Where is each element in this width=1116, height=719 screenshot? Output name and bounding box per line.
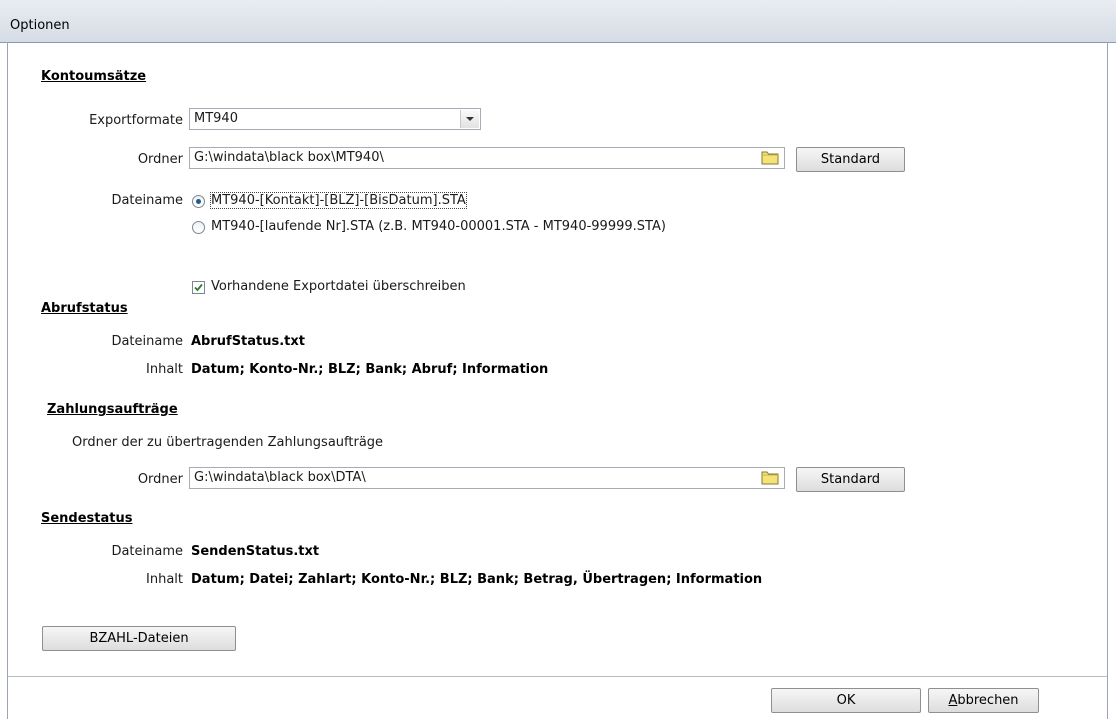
section-heading-abrufstatus: Abrufstatus [41,301,128,316]
zahlungs-ordner-label: Ordner [137,472,183,487]
zahlungsauftraege-description: Ordner der zu übertragenden Zahlungsauft… [72,435,384,450]
ordner-value: G:\windata\black box\MT940\ [194,150,384,165]
abrufstatus-inhalt-value: Datum; Konto-Nr.; BLZ; Bank; Abruf; Info… [191,362,549,377]
section-heading-kontoumsaetze: Kontoumsätze [41,69,147,84]
sendestatus-inhalt-label: Inhalt [146,572,183,587]
ordner-field[interactable]: G:\windata\black box\MT940\ [189,147,785,169]
title-bar: Optionen [0,0,1116,43]
overwrite-checkbox-label[interactable]: Vorhandene Exportdatei überschreiben [211,279,466,294]
abrufstatus-inhalt-label: Inhalt [146,362,183,377]
cancel-button-label: Abbrechen [948,693,1019,708]
window-border-right [1107,42,1108,719]
radio-dateiname-laufende[interactable] [192,221,205,234]
cancel-button[interactable]: Abbrechen [928,688,1039,713]
chevron-down-icon[interactable] [460,110,479,128]
zahlungs-ordner-field[interactable]: G:\windata\black box\DTA\ [189,467,785,489]
zahlungs-ordner-value: G:\windata\black box\DTA\ [194,470,366,485]
ok-button[interactable]: OK [771,688,921,713]
bzahl-dateien-button[interactable]: BZAHL-Dateien [42,626,236,651]
section-heading-zahlungsauftraege: Zahlungsaufträge [47,402,178,417]
overwrite-checkbox[interactable] [192,281,205,294]
sendestatus-dateiname-label: Dateiname [111,544,183,559]
abrufstatus-dateiname-label: Dateiname [111,334,183,349]
zahlungs-standard-button[interactable]: Standard [796,467,905,492]
sendestatus-dateiname-value: SendenStatus.txt [191,544,320,559]
footer-divider [8,676,1107,677]
ordner-label: Ordner [137,152,183,167]
exportformate-value: MT940 [194,111,238,126]
exportformate-select[interactable]: MT940 [189,108,481,130]
radio-dateiname-kontakt-label[interactable]: MT940-[Kontakt]-[BLZ]-[BisDatum].STA [210,192,467,209]
section-heading-sendestatus: Sendestatus [41,511,133,526]
sendestatus-inhalt-value: Datum; Datei; Zahlart; Konto-Nr.; BLZ; B… [191,572,763,587]
window-border-left [7,42,8,719]
standard-button[interactable]: Standard [796,147,905,172]
abrufstatus-dateiname-value: AbrufStatus.txt [191,334,305,349]
dateiname-label: Dateiname [111,193,183,208]
radio-dateiname-laufende-label[interactable]: MT940-[laufende Nr].STA (z.B. MT940-0000… [211,219,666,234]
folder-icon[interactable] [761,469,779,485]
folder-icon[interactable] [761,149,779,165]
exportformate-label: Exportformate [89,113,183,128]
window-title: Optionen [10,18,70,33]
radio-dateiname-kontakt[interactable] [192,195,205,208]
checkmark-icon [194,283,203,292]
